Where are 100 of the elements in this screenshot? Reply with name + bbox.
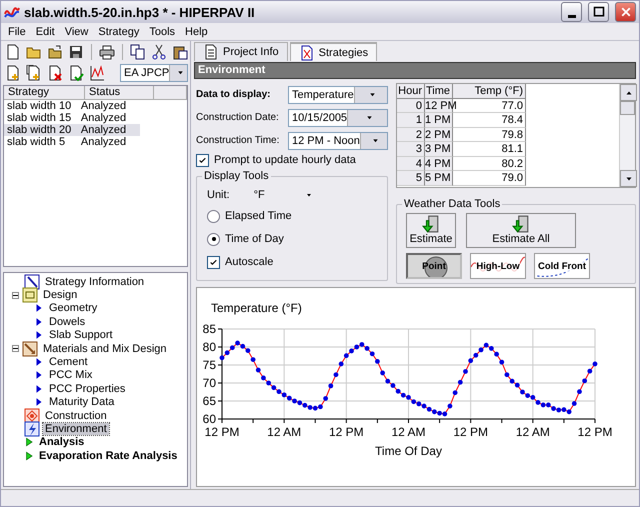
dropdown[interactable]: Temperature: [288, 86, 388, 104]
menu-item[interactable]: View: [60, 26, 94, 38]
strategy-row[interactable]: slab width 10 Analyzed: [4, 100, 140, 112]
toolbar-button[interactable]: [150, 42, 168, 60]
data-point: [452, 390, 458, 396]
triangle-icon: [34, 356, 44, 368]
add-documents-icon: [26, 64, 42, 80]
checkbox[interactable]: [196, 154, 209, 166]
radio-label: Time of Day: [225, 233, 284, 245]
column-header[interactable]: Status: [85, 86, 154, 99]
group-title: Display Tools: [202, 170, 271, 182]
radio-label: Elapsed Time: [225, 210, 292, 222]
scrollbar-thumb[interactable]: [620, 101, 635, 115]
server-download-icon: [512, 215, 530, 233]
data-point: [256, 368, 261, 372]
table-cell: 81.1: [453, 142, 526, 156]
column-header: Time: [425, 84, 453, 98]
tree-item[interactable]: Environment: [43, 422, 109, 435]
x-tick-label: 12 PM: [329, 425, 364, 439]
strategy-row[interactable]: slab width 5 Analyzed: [4, 136, 140, 148]
tree-item[interactable]: Maturity Data: [47, 396, 116, 408]
maximize-icon: [592, 6, 604, 18]
menu-item[interactable]: Tools: [144, 26, 180, 38]
dropdown[interactable]: 10/15/2005: [288, 108, 388, 126]
menu-item[interactable]: File: [3, 26, 31, 38]
close-icon: [620, 6, 632, 18]
x-tick-label: 12 PM: [578, 425, 612, 439]
chart-icon: [89, 64, 105, 80]
estimate-button[interactable]: Estimate: [406, 213, 456, 248]
tree-item[interactable]: Slab Support: [47, 329, 115, 342]
tree-item[interactable]: Design: [41, 289, 80, 302]
y-tick-label: 65: [202, 394, 216, 408]
menu-item[interactable]: Strategy: [93, 26, 144, 38]
tree-item[interactable]: Strategy Information: [43, 276, 146, 288]
tree-item[interactable]: Dowels: [47, 316, 88, 328]
triangle-icon: [34, 316, 44, 328]
tree-item[interactable]: Materials and Mix Design: [41, 342, 168, 355]
tree-item[interactable]: Cement: [47, 356, 90, 368]
strategy-type-dropdown[interactable]: EA JPCP: [120, 64, 188, 82]
layout-icon: [22, 287, 38, 304]
toolbar-button[interactable]: [129, 42, 147, 60]
save-icon: [68, 44, 84, 60]
minimize-button[interactable]: [561, 2, 582, 22]
table-cell: 4: [397, 156, 425, 171]
menu-item[interactable]: Edit: [30, 26, 60, 38]
x-tick-label: 12 PM: [453, 425, 488, 439]
strategy-row[interactable]: slab width 15 Analyzed: [4, 112, 140, 124]
new-document-icon: [5, 44, 21, 60]
tree-item[interactable]: Geometry: [47, 302, 100, 314]
collapse-toggle[interactable]: [12, 345, 19, 352]
data-point: [380, 370, 385, 376]
table-cell: 3: [397, 142, 425, 156]
tree-item[interactable]: PCC Properties: [47, 382, 128, 395]
data-point: [572, 401, 577, 406]
data-point: [328, 383, 334, 388]
chart-style-button[interactable]: Cold Front: [534, 253, 590, 279]
table-cell: 3 PM: [425, 142, 453, 156]
radio-button[interactable]: [207, 210, 220, 222]
scrollbar[interactable]: [619, 84, 635, 187]
maximize-button[interactable]: [588, 2, 609, 22]
close-button[interactable]: [615, 2, 636, 22]
tree-item[interactable]: Construction: [43, 410, 109, 422]
check-icon: [198, 156, 207, 164]
field-label: Construction Date:: [196, 112, 280, 123]
field-label: Unit:: [207, 189, 230, 201]
triangle-icon: [34, 369, 44, 382]
scissors-icon: [151, 44, 167, 60]
tree-item[interactable]: Evaporation Rate Analysis: [37, 450, 180, 462]
toolbar-button[interactable]: [46, 42, 64, 60]
strategy-row[interactable]: slab width 20 Analyzed: [4, 124, 140, 136]
collapse-toggle[interactable]: [12, 292, 19, 299]
data-point: [499, 360, 504, 365]
panel-header: Environment: [194, 62, 636, 79]
minimize-icon: [568, 14, 576, 18]
table-cell: 1 PM: [425, 113, 453, 128]
tree-item[interactable]: PCC Mix: [47, 369, 94, 382]
strategy-icon: [298, 44, 315, 60]
chart-style-button[interactable]: High-Low: [470, 253, 526, 279]
checkbox[interactable]: [207, 256, 220, 268]
check-document-icon: [68, 64, 84, 80]
tab[interactable]: Strategies: [290, 42, 378, 61]
tree-item[interactable]: Analysis: [37, 436, 86, 448]
window-title: slab.width.5-20.in.hp3 * - HIPERPAV II: [24, 4, 256, 20]
y-tick-label: 60: [202, 412, 216, 426]
estimate-button[interactable]: Estimate All: [466, 213, 576, 248]
data-point: [582, 378, 588, 384]
data-point: [587, 368, 592, 374]
chart-style-button[interactable]: Point: [406, 253, 462, 279]
unit-dropdown[interactable]: °F: [254, 189, 313, 201]
toolbar-button[interactable]: [98, 42, 116, 60]
toolbar-button[interactable]: [88, 64, 106, 82]
data-point: [250, 357, 256, 362]
data-point: [577, 389, 582, 394]
field-label: Construction Time:: [196, 135, 280, 146]
column-header[interactable]: Strategy: [4, 86, 85, 99]
dropdown[interactable]: 12 PM - Noon: [288, 132, 388, 150]
menu-item[interactable]: Help: [180, 26, 213, 38]
data-point: [592, 362, 598, 366]
tab[interactable]: Project Info: [194, 42, 288, 61]
radio-button[interactable]: [207, 232, 220, 246]
